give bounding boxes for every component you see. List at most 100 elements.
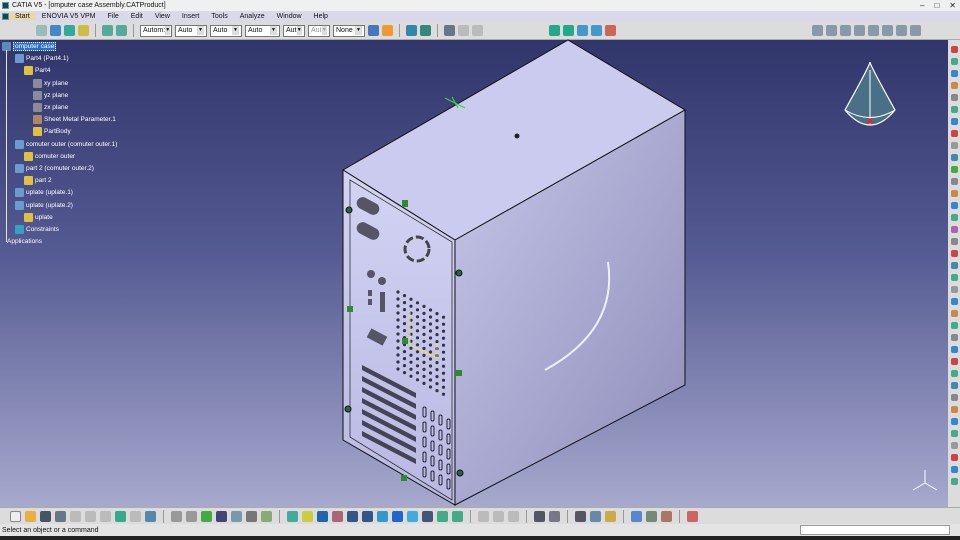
tree-node[interactable]: zx plane [33, 103, 68, 112]
right-toolbar-icon[interactable] [950, 370, 958, 377]
tree-node[interactable]: xy plane [33, 78, 68, 88]
tree-node-icon [2, 237, 5, 246]
tree-node-label: uplate (uplate.1) [26, 189, 73, 197]
right-toolbar-icon[interactable] [950, 406, 958, 413]
swap-space-icon[interactable] [452, 510, 463, 522]
right-toolbar-icon[interactable] [950, 226, 958, 233]
constraint-marker[interactable] [402, 200, 408, 207]
right-toolbar-icon[interactable] [950, 70, 958, 77]
computer-case-model[interactable] [342, 39, 686, 506]
tree-node[interactable]: comuter outer (comuter outer.1) [15, 139, 117, 149]
tree-node[interactable]: part 2 [24, 176, 52, 186]
right-toolbar-icon[interactable] [950, 322, 958, 329]
right-toolbar-icon[interactable] [950, 262, 958, 269]
zoom-in-icon[interactable] [347, 510, 358, 522]
right-toolbar-icon[interactable] [950, 418, 958, 425]
right-toolbar-icon[interactable] [950, 274, 958, 281]
right-toolbar-icon[interactable] [950, 286, 958, 293]
distance-icon[interactable] [575, 510, 586, 522]
right-toolbar-icon[interactable] [950, 250, 958, 257]
right-toolbar-icon[interactable] [950, 118, 958, 125]
tree-node[interactable]: uplate [24, 212, 53, 222]
apply-material-icon[interactable] [646, 510, 657, 522]
tree-node[interactable]: yz plane [33, 90, 68, 100]
clash-analysis-icon[interactable] [605, 510, 616, 522]
right-toolbar-icon[interactable] [950, 46, 958, 53]
constraint-marker[interactable] [401, 475, 407, 481]
right-toolbar-icon[interactable] [950, 142, 958, 149]
tree-node[interactable]: Part4 [24, 66, 51, 76]
right-toolbar-icon[interactable] [950, 214, 958, 221]
whats-this-icon[interactable] [145, 510, 156, 522]
right-toolbar-icon[interactable] [950, 238, 958, 245]
tree-node[interactable]: comuter outer [24, 151, 75, 161]
constraint-marker[interactable] [402, 338, 408, 344]
right-toolbar-icon[interactable] [950, 178, 958, 185]
hide-show-icon[interactable] [437, 510, 448, 522]
right-toolbar-icon[interactable] [950, 430, 958, 437]
camera-icon[interactable] [534, 510, 545, 522]
table-icon[interactable] [216, 510, 227, 522]
right-toolbar-icon[interactable] [950, 442, 958, 449]
right-toolbar-icon[interactable] [950, 346, 958, 353]
right-toolbar-icon[interactable] [950, 334, 958, 341]
constraint-marker[interactable] [456, 370, 462, 376]
pan-icon[interactable] [317, 510, 328, 522]
right-toolbar-icon[interactable] [950, 106, 958, 113]
undo-icon[interactable] [115, 510, 126, 522]
right-toolbar-icon[interactable] [950, 154, 958, 161]
new-icon[interactable] [10, 510, 21, 522]
print-icon[interactable] [55, 510, 66, 522]
right-toolbar-icon[interactable] [950, 466, 958, 473]
right-toolbar-icon[interactable] [950, 358, 958, 365]
right-toolbar-icon[interactable] [950, 82, 958, 89]
render-icon[interactable] [661, 510, 672, 522]
lock-icon[interactable] [246, 510, 257, 522]
tree-node[interactable]: Sheet Metal Parameter.1 [33, 115, 116, 125]
iso-view-icon[interactable] [407, 510, 418, 522]
tree-node[interactable]: PartBody [33, 127, 71, 137]
paste-icon [100, 510, 111, 522]
disabled-icon-3 [508, 510, 519, 522]
section-icon[interactable] [549, 510, 560, 522]
measure-icon[interactable] [201, 510, 212, 522]
right-toolbar-icon[interactable] [950, 94, 958, 101]
knowledge-icon[interactable] [186, 510, 197, 522]
right-toolbar-icon[interactable] [950, 202, 958, 209]
fly-mode-icon[interactable] [287, 510, 298, 522]
right-toolbar-icon[interactable] [950, 58, 958, 65]
hierarchy-icon[interactable] [261, 510, 272, 522]
constraint-marker[interactable] [347, 306, 353, 312]
zoom-out-icon[interactable] [362, 510, 373, 522]
tree-node[interactable]: Part4 (Part4.1) [15, 54, 69, 64]
right-toolbar-icon[interactable] [950, 166, 958, 173]
right-toolbar-icon[interactable] [950, 298, 958, 305]
scene-icon[interactable] [631, 510, 642, 522]
right-toolbar-icon[interactable] [950, 190, 958, 197]
right-toolbar-icon[interactable] [950, 310, 958, 317]
open-icon[interactable] [25, 510, 36, 522]
right-toolbar-icon[interactable] [950, 382, 958, 389]
rotate-icon[interactable] [332, 510, 343, 522]
multi-view-icon[interactable] [392, 510, 403, 522]
compass-icon[interactable] [844, 61, 896, 126]
tree-node[interactable]: Applications [2, 237, 42, 246]
tree-node[interactable]: uplate (uplate.1) [15, 188, 73, 198]
right-toolbar-icon[interactable] [950, 478, 958, 485]
formula-icon[interactable] [171, 510, 182, 522]
save-icon[interactable] [40, 510, 51, 522]
sectioning-icon[interactable] [590, 510, 601, 522]
normal-view-icon[interactable] [377, 510, 388, 522]
render-style-icon[interactable] [422, 510, 433, 522]
grid-icon[interactable] [687, 510, 698, 522]
right-toolbar-icon[interactable] [950, 394, 958, 401]
tree-node[interactable]: omputer case [2, 42, 57, 51]
tree-node[interactable]: part 2 (comuter outer.2) [15, 164, 94, 173]
command-input[interactable] [800, 525, 950, 535]
tree-icon[interactable] [231, 510, 242, 522]
right-toolbar-icon[interactable] [950, 454, 958, 461]
tree-node[interactable]: Constraints [15, 225, 59, 234]
tree-node[interactable]: uplate (uplate.2) [15, 200, 73, 210]
fit-all-icon[interactable] [302, 510, 313, 522]
right-toolbar-icon[interactable] [950, 130, 958, 137]
